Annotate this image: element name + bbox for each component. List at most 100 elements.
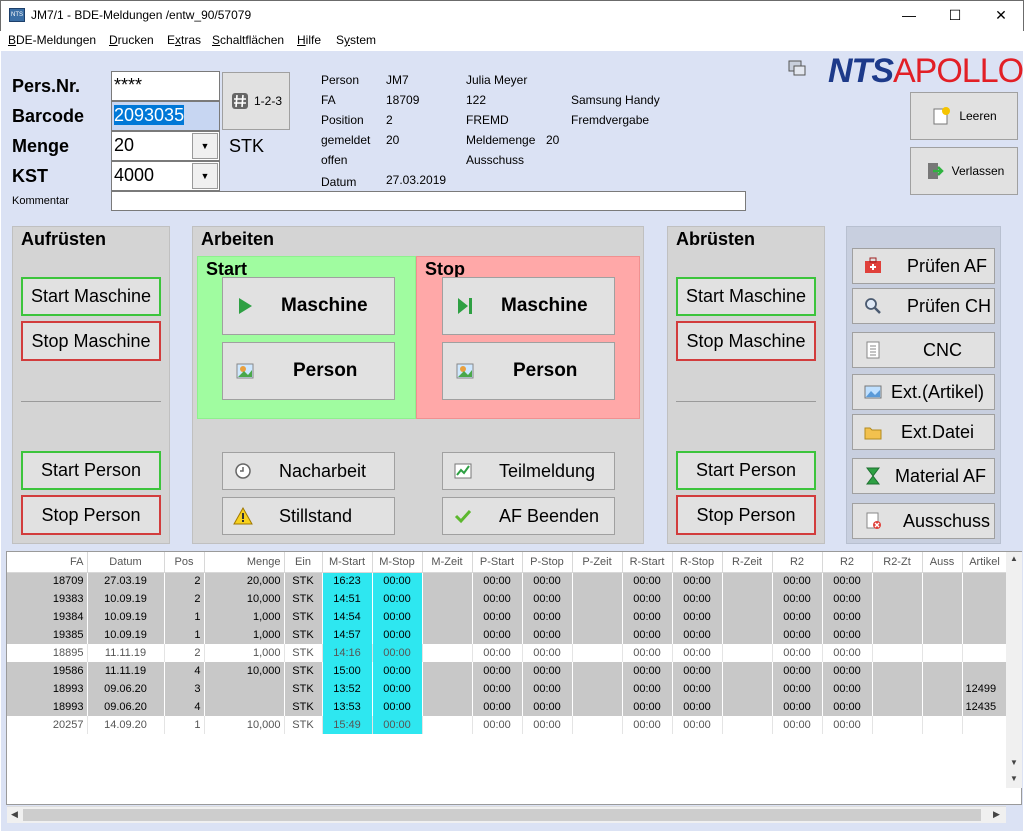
stop-person-button[interactable]: Person [442,342,615,400]
grid-column-header[interactable]: FA [7,552,88,573]
table-cell [872,626,923,644]
position-type: FREMD [466,113,509,127]
scroll-left-icon[interactable]: ◀ [11,809,18,820]
scroll-end-icon[interactable]: ▼ [1010,774,1018,783]
ext-artikel-button[interactable]: Ext.(Artikel) [852,374,995,410]
af-beenden-button[interactable]: AF Beenden [442,497,615,535]
counter-button[interactable]: 1-2-3 [222,72,290,130]
scroll-thumb[interactable] [23,809,981,821]
clock-icon [235,463,251,479]
table-row[interactable]: 19383 10.09.19 2 10,000 STK 14:51 00:00 00:00 00… [7,590,1008,608]
aufruesten-stop-maschine-button[interactable]: Stop Maschine [21,321,161,361]
table-cell: 00:00 [372,698,423,716]
table-cell [722,572,773,590]
minimize-button[interactable]: — [886,0,932,31]
grid-column-header[interactable]: P-Stop [522,552,573,573]
ext-datei-button[interactable]: Ext.Datei [852,414,995,450]
table-row[interactable]: 20257 14.09.20 1 10,000 STK 15:49 00:00 00:00 00… [7,716,1008,734]
table-row[interactable]: 18709 27.03.19 2 20,000 STK 16:23 00:00 00:00 00… [7,572,1008,590]
table-cell: 00:00 [372,626,423,644]
grid-column-header[interactable]: R-Zeit [722,552,773,573]
grid-column-header[interactable]: R2 [822,552,873,573]
verlassen-button[interactable]: Verlassen [910,147,1018,195]
leeren-button[interactable]: Leeren [910,92,1018,140]
stop-maschine-button[interactable]: Maschine [442,277,615,335]
close-button[interactable]: ✕ [978,0,1024,31]
grid-column-header[interactable]: Menge [204,552,285,573]
abruesten-start-maschine-button[interactable]: Start Maschine [676,277,816,316]
scroll-up-icon[interactable]: ▲ [1010,554,1018,563]
scroll-down-icon[interactable]: ▼ [1010,758,1018,767]
pruefen-af-button[interactable]: Prüfen AF [852,248,995,284]
fa-label: FA [321,93,336,107]
menu-bde-meldungen[interactable]: BDE-Meldungen [8,33,96,47]
grid-column-header[interactable]: R-Start [622,552,673,573]
horizontal-scrollbar[interactable]: ◀ ▶ [7,806,1006,823]
aufruesten-start-maschine-button[interactable]: Start Maschine [21,277,161,316]
table-cell [872,608,923,626]
pruefen-ch-button[interactable]: Prüfen CH [852,288,995,324]
material-af-button[interactable]: Material AF [852,458,995,494]
stillstand-button[interactable]: Stillstand [222,497,395,535]
menu-hilfe[interactable]: Hilfe [297,33,321,47]
table-row[interactable]: 19586 11.11.19 4 10,000 STK 15:00 00:00 00:00 00… [7,662,1008,680]
grid-column-header[interactable]: M-Stop [372,552,423,573]
grid-column-header[interactable]: Datum [87,552,165,573]
kommentar-input[interactable] [111,191,746,211]
fa-qty: 122 [466,93,487,107]
table-cell: 00:00 [472,644,523,662]
kst-label: KST [12,166,48,186]
maximize-button[interactable]: ☐ [932,0,978,31]
menu-system[interactable]: System [336,33,376,47]
app-icon: NTS [9,8,25,22]
grid-column-header[interactable]: M-Start [322,552,373,573]
aufruesten-start-person-button[interactable]: Start Person [21,451,161,490]
vertical-scrollbar[interactable]: ▲ ▼ ▼ [1006,552,1022,788]
grid-column-header[interactable]: R-Stop [672,552,723,573]
scroll-right-icon[interactable]: ▶ [993,809,1000,820]
ausschuss-button[interactable]: Ausschuss [852,503,995,539]
person-code: JM7 [386,73,409,87]
table-cell: 00:00 [522,662,573,680]
grid-column-header[interactable]: Pos [164,552,205,573]
menu-drucken[interactable]: Drucken [109,33,154,47]
grid-column-header[interactable]: M-Zeit [422,552,473,573]
start-maschine-button[interactable]: Maschine [222,277,395,335]
abruesten-stop-person-button[interactable]: Stop Person [676,495,816,535]
grid-column-header[interactable]: R2 [772,552,823,573]
table-cell: 09.06.20 [87,680,165,698]
grid-column-header[interactable]: Ein [284,552,323,573]
grid-column-header[interactable]: P-Zeit [572,552,623,573]
table-row[interactable]: 19384 10.09.19 1 1,000 STK 14:54 00:00 00:00 00:… [7,608,1008,626]
cnc-button[interactable]: CNC [852,332,995,368]
abruesten-start-person-button[interactable]: Start Person [676,451,816,490]
aufruesten-stop-person-button[interactable]: Stop Person [21,495,161,535]
grid-column-header[interactable]: R2-Zt [872,552,923,573]
table-cell [422,572,473,590]
grid-column-header[interactable]: Auss [922,552,963,573]
table-cell: 00:00 [372,662,423,680]
kst-dropdown-button[interactable]: ▼ [192,163,218,189]
hourglass-icon [866,467,880,485]
table-cell: 00:00 [372,572,423,590]
start-person-button[interactable]: Person [222,342,395,400]
menge-dropdown-button[interactable]: ▼ [192,133,218,159]
grid-column-header[interactable]: P-Start [472,552,523,573]
menu-extras[interactable]: Extras [167,33,201,47]
ausschuss-label: Ausschuss [466,153,525,167]
nacharbeit-label: Nacharbeit [279,460,367,481]
barcode-input[interactable]: 2093035 [111,101,220,131]
table-row[interactable]: 19385 10.09.19 1 1,000 STK 14:57 00:00 00:00 00:… [7,626,1008,644]
table-row[interactable]: 18993 09.06.20 3 STK 13:52 00:00 00:00 00:00 00:… [7,680,1008,698]
table-row[interactable]: 18895 11.11.19 2 1,000 STK 14:16 00:00 00:00 00:… [7,644,1008,662]
table-cell: 15:49 [322,716,373,734]
teilmeldung-button[interactable]: Teilmeldung [442,452,615,490]
nacharbeit-button[interactable]: Nacharbeit [222,452,395,490]
chart-icon [454,463,472,479]
abruesten-stop-maschine-button[interactable]: Stop Maschine [676,321,816,361]
menu-schaltflaechen[interactable]: Schaltflächen [212,33,284,47]
table-cell: 00:00 [772,644,823,662]
table-row[interactable]: 18993 09.06.20 4 STK 13:53 00:00 00:00 00:00 00:… [7,698,1008,716]
pers-nr-input[interactable]: **** [111,71,220,101]
grid-column-header[interactable]: Artikel [962,552,1008,573]
